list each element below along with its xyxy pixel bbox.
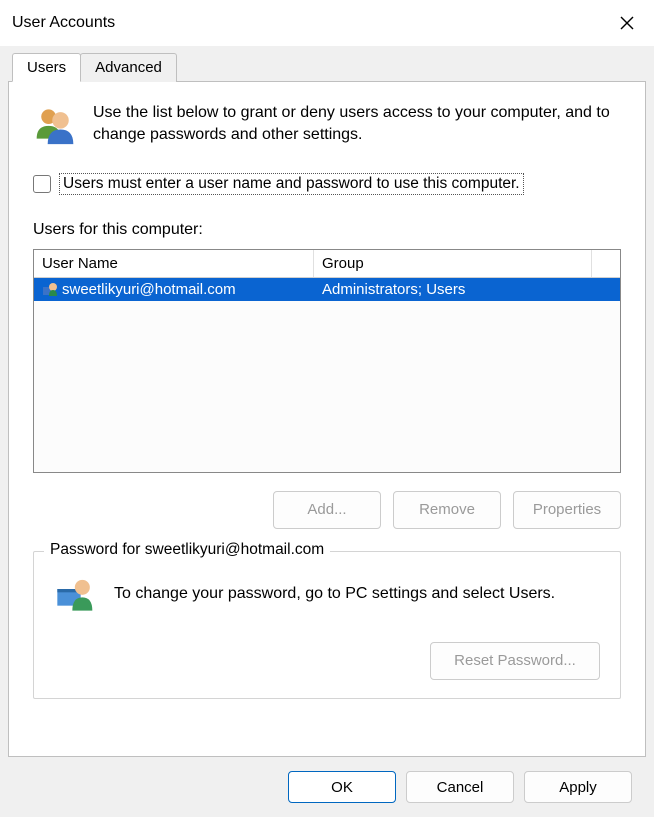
password-button-row: Reset Password... — [54, 642, 600, 680]
require-password-label: Users must enter a user name and passwor… — [59, 173, 524, 195]
apply-button[interactable]: Apply — [524, 771, 632, 803]
tab-users[interactable]: Users — [12, 53, 81, 82]
require-password-row: Users must enter a user name and passwor… — [33, 173, 621, 195]
titlebar: User Accounts — [0, 0, 654, 46]
reset-password-button[interactable]: Reset Password... — [430, 642, 600, 680]
tab-users-label: Users — [27, 59, 66, 76]
list-buttons-row: Add... Remove Properties — [33, 491, 621, 529]
cancel-button[interactable]: Cancel — [406, 771, 514, 803]
ok-button[interactable]: OK — [288, 771, 396, 803]
users-list-header: User Name Group — [34, 250, 620, 278]
user-row-group-cell: Administrators; Users — [314, 278, 620, 301]
password-text: To change your password, go to PC settin… — [114, 585, 555, 603]
user-row-username: sweetlikyuri@hotmail.com — [62, 281, 236, 298]
tab-advanced[interactable]: Advanced — [80, 53, 177, 82]
users-list-label: Users for this computer: — [33, 221, 621, 239]
users-icon — [33, 102, 77, 146]
column-header-spacer — [592, 250, 620, 277]
password-fieldset: Password for sweetlikyuri@hotmail.com To… — [33, 551, 621, 699]
tabstrip: Users Advanced — [8, 53, 646, 82]
add-button[interactable]: Add... — [273, 491, 381, 529]
user-row-group: Administrators; Users — [322, 281, 465, 298]
password-legend-user: sweetlikyuri@hotmail.com — [145, 541, 324, 558]
dialog-footer: OK Cancel Apply — [8, 757, 646, 817]
user-row-name-cell: sweetlikyuri@hotmail.com — [34, 278, 314, 301]
close-button[interactable] — [612, 8, 642, 38]
window-title: User Accounts — [12, 14, 115, 32]
intro-text: Use the list below to grant or deny user… — [93, 102, 621, 147]
properties-button[interactable]: Properties — [513, 491, 621, 529]
user-icon — [42, 281, 58, 297]
user-accounts-dialog: User Accounts Users Advanced — [0, 0, 654, 817]
require-password-checkbox[interactable] — [33, 175, 51, 193]
password-legend: Password for sweetlikyuri@hotmail.com — [44, 541, 330, 559]
tab-panel-users: Use the list below to grant or deny user… — [8, 81, 646, 757]
password-icon — [54, 574, 94, 614]
close-icon — [619, 15, 635, 31]
column-header-group[interactable]: Group — [314, 250, 592, 277]
intro-row: Use the list below to grant or deny user… — [33, 102, 621, 147]
password-legend-prefix: Password for — [50, 541, 145, 558]
users-list: User Name Group sweetlikyuri@hotmail.com — [33, 249, 621, 473]
tab-advanced-label: Advanced — [95, 59, 162, 76]
content-area: Users Advanced Use the list below to gra… — [0, 46, 654, 817]
password-row: To change your password, go to PC settin… — [54, 574, 600, 614]
remove-button[interactable]: Remove — [393, 491, 501, 529]
user-row[interactable]: sweetlikyuri@hotmail.com Administrators;… — [34, 278, 620, 301]
column-header-username[interactable]: User Name — [34, 250, 314, 277]
